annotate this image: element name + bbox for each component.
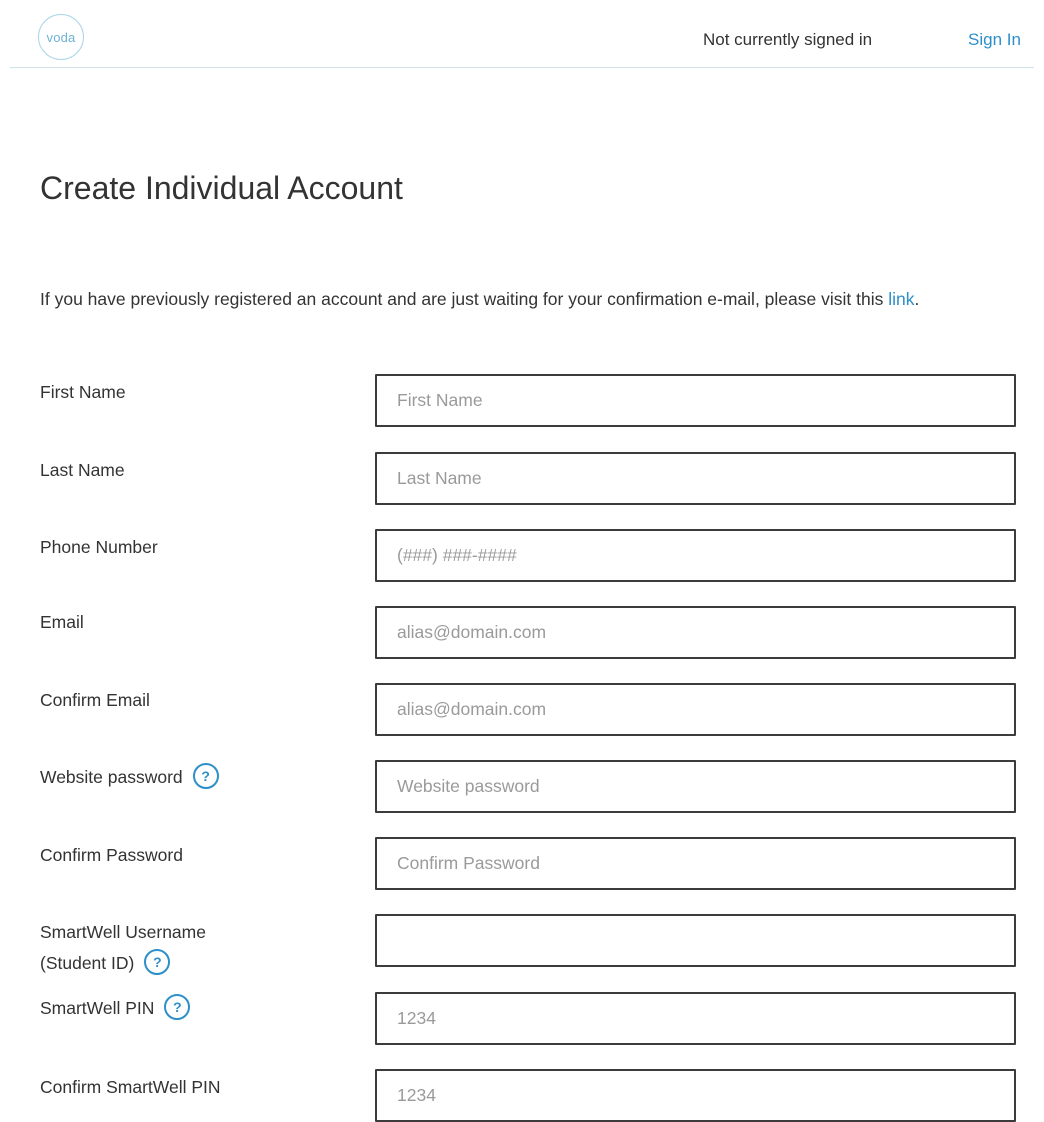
intro-text-suffix: . (914, 289, 920, 309)
last-name-label: Last Name (40, 460, 125, 480)
website-password-label-text: Website password (40, 767, 183, 787)
confirm-password-input[interactable] (375, 837, 1016, 890)
smartwell-pin-label-text: SmartWell PIN (40, 998, 155, 1018)
smartwell-username-input[interactable] (375, 914, 1016, 967)
sign-in-status: Not currently signed in (703, 30, 873, 49)
smartwell-username-label: SmartWell Username (Student ID)? (40, 917, 206, 979)
help-circle-icon[interactable]: ? (192, 763, 219, 790)
smartwell-username-label-line1: SmartWell Username (40, 922, 206, 942)
intro-text: If you have previously registered an acc… (40, 284, 990, 315)
smartwell-username-label-line2: (Student ID) (40, 953, 135, 973)
confirm-email-label: Confirm Email (40, 690, 150, 710)
voda-logo[interactable]: voda (38, 14, 84, 60)
page-title: Create Individual Account (40, 170, 403, 206)
logo-text: voda (46, 29, 76, 45)
phone-number-label: Phone Number (40, 537, 158, 557)
confirm-email-input[interactable] (375, 683, 1016, 736)
website-password-label: Website password? (40, 762, 219, 793)
last-name-input[interactable] (375, 452, 1016, 505)
phone-number-input[interactable] (375, 529, 1016, 582)
smartwell-pin-input[interactable] (375, 992, 1016, 1045)
first-name-label: First Name (40, 382, 126, 402)
email-input[interactable] (375, 606, 1016, 659)
top-nav-bar: voda Not currently signed in Sign In (10, 0, 1034, 68)
smartwell-pin-label: SmartWell PIN? (40, 993, 191, 1024)
email-label: Email (40, 612, 84, 632)
confirmation-link[interactable]: link (888, 289, 914, 309)
confirm-smartwell-pin-label: Confirm SmartWell PIN (40, 1077, 221, 1097)
website-password-input[interactable] (375, 760, 1016, 813)
confirm-smartwell-pin-input[interactable] (375, 1069, 1016, 1122)
help-circle-icon[interactable]: ? (164, 994, 191, 1021)
sign-in-link[interactable]: Sign In (968, 30, 1021, 50)
intro-text-body: If you have previously registered an acc… (40, 289, 889, 309)
confirm-password-label: Confirm Password (40, 845, 183, 865)
first-name-input[interactable] (375, 374, 1016, 427)
help-circle-icon[interactable]: ? (144, 949, 171, 976)
